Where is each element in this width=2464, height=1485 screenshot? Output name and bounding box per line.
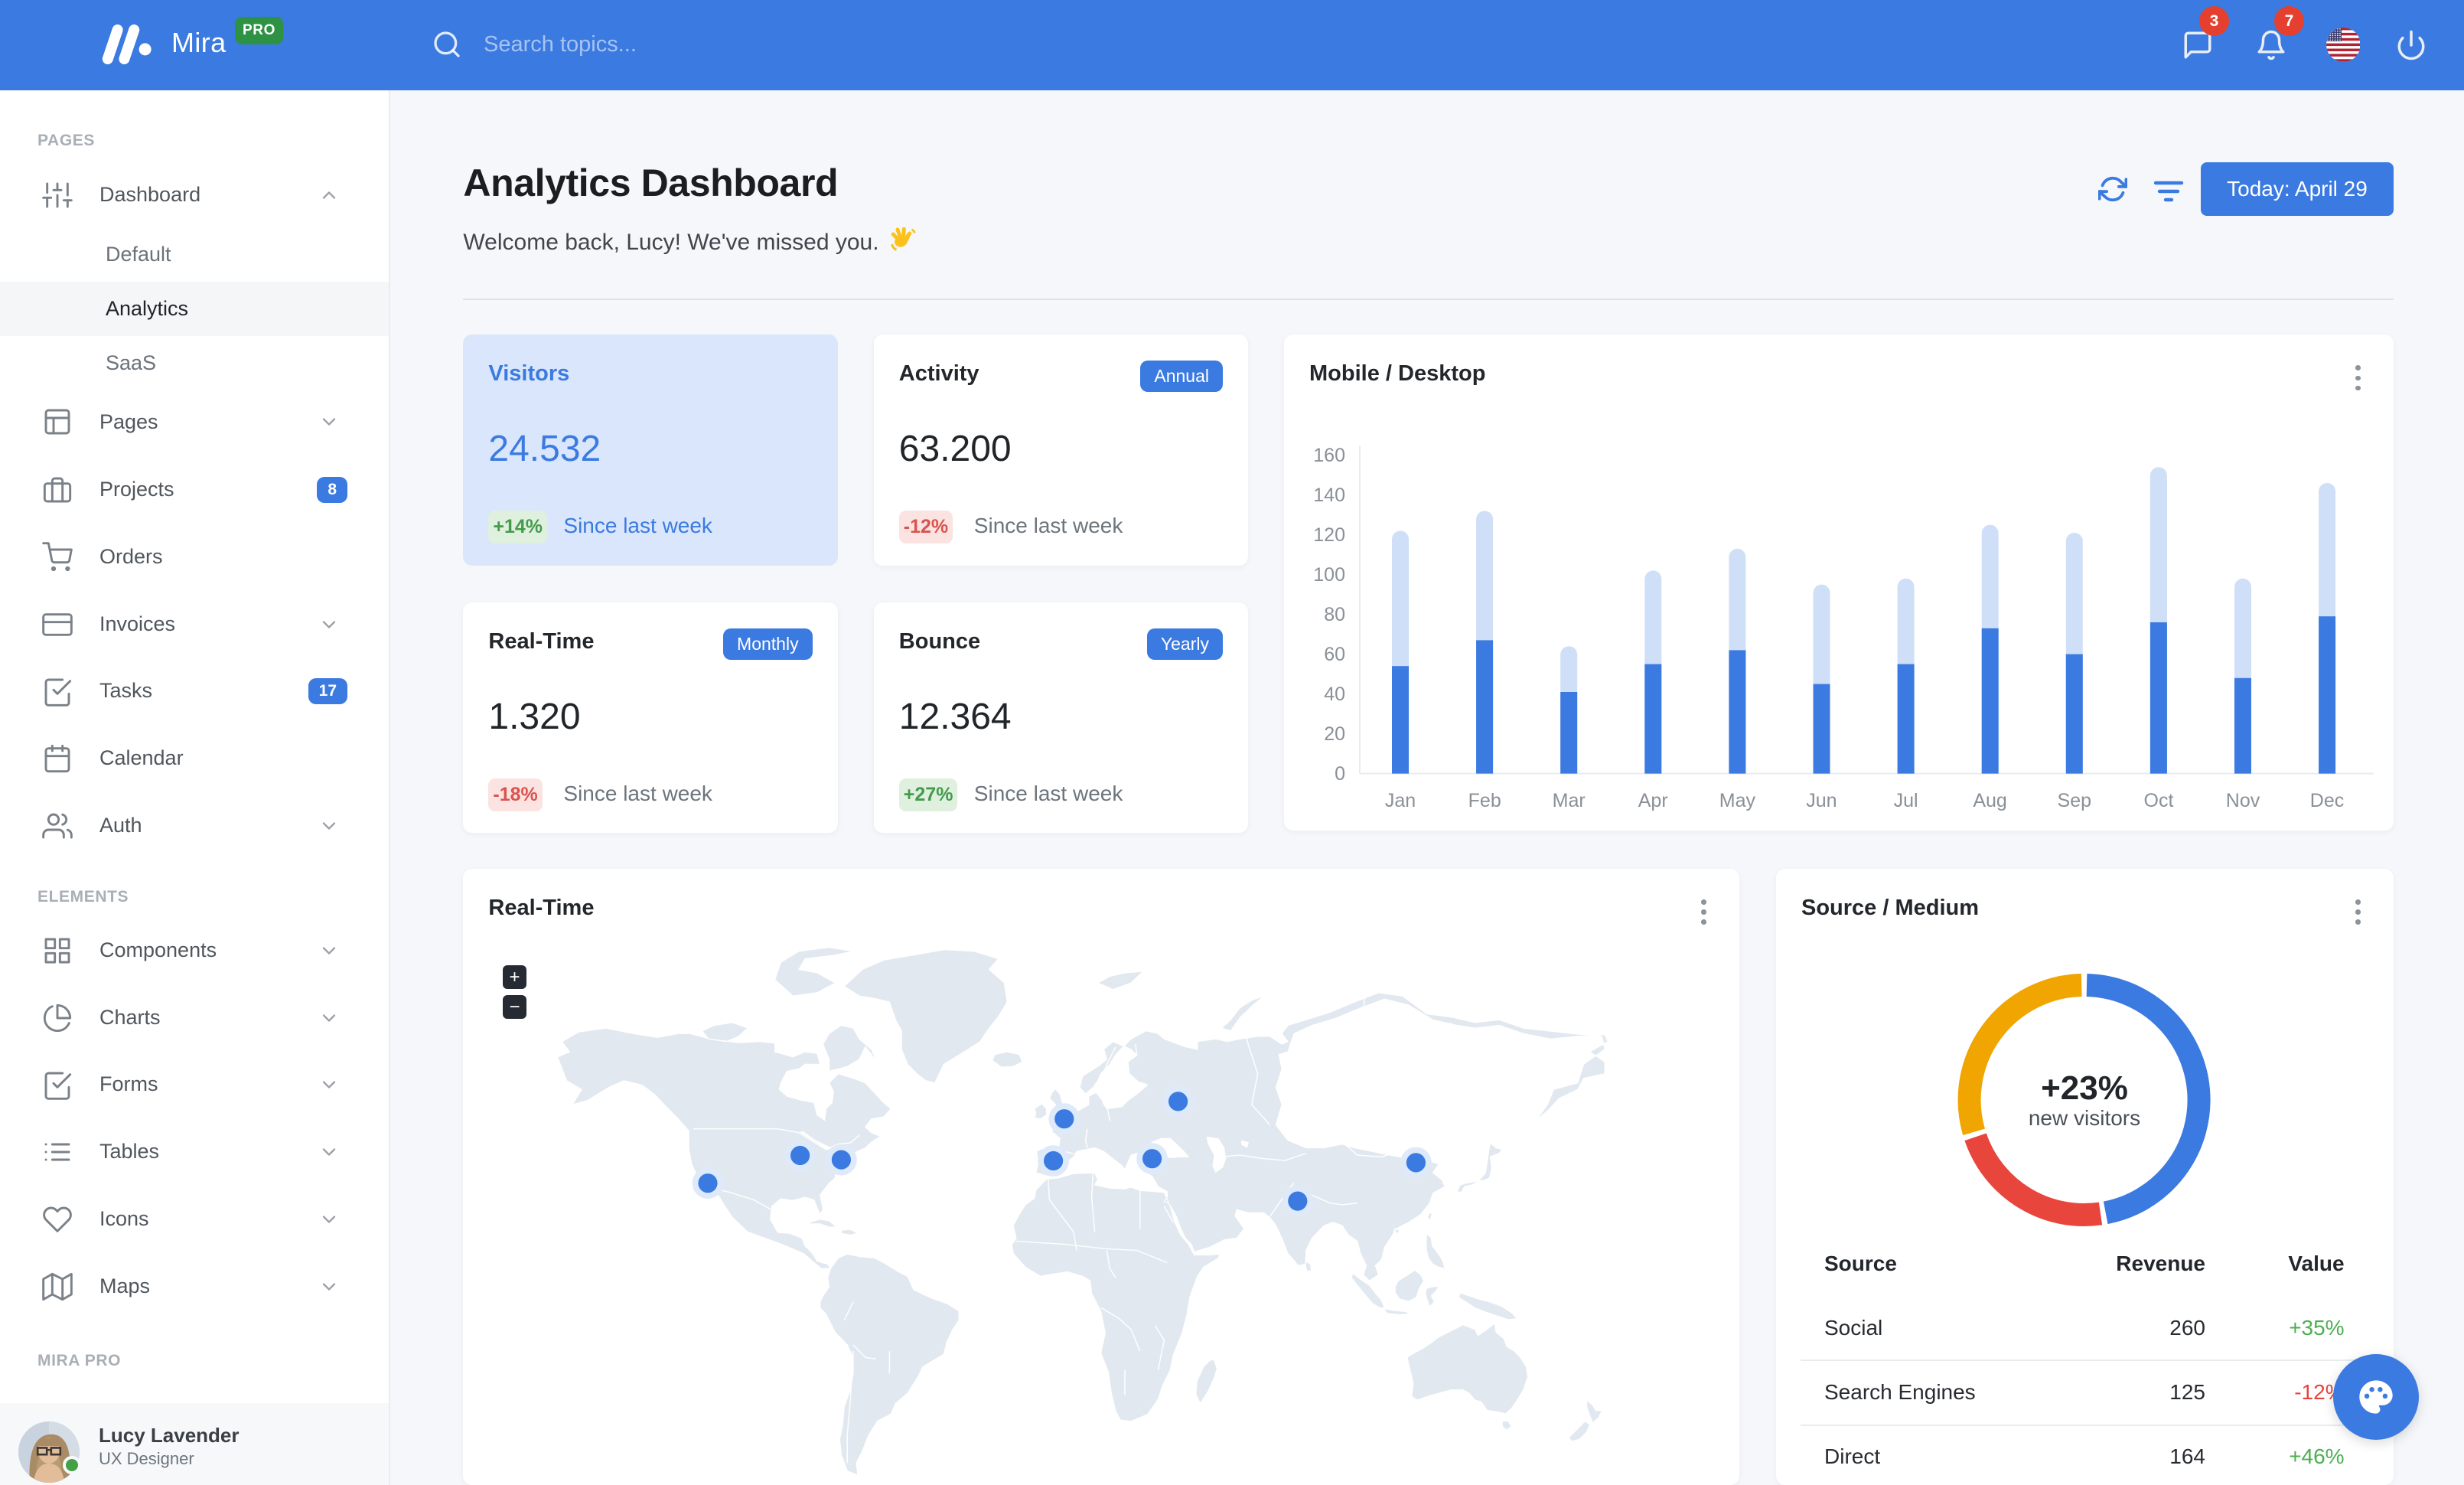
svg-text:100: 100 bbox=[1313, 564, 1345, 586]
svg-text:80: 80 bbox=[1324, 604, 1345, 625]
svg-text:20: 20 bbox=[1324, 723, 1345, 745]
svg-text:140: 140 bbox=[1313, 485, 1345, 506]
svg-text:0: 0 bbox=[1335, 763, 1345, 785]
svg-text:Sep: Sep bbox=[2058, 790, 2091, 811]
svg-text:May: May bbox=[1719, 790, 1756, 811]
svg-text:Jun: Jun bbox=[1806, 790, 1837, 811]
svg-text:Nov: Nov bbox=[2226, 790, 2260, 811]
svg-text:Aug: Aug bbox=[1973, 790, 2006, 811]
svg-text:160: 160 bbox=[1313, 445, 1345, 466]
svg-text:60: 60 bbox=[1324, 644, 1345, 665]
svg-text:Feb: Feb bbox=[1468, 790, 1501, 811]
svg-text:120: 120 bbox=[1313, 524, 1345, 546]
svg-text:Apr: Apr bbox=[1638, 790, 1668, 811]
svg-text:Oct: Oct bbox=[2144, 790, 2174, 811]
svg-text:Jul: Jul bbox=[1894, 790, 1918, 811]
svg-text:Dec: Dec bbox=[2310, 790, 2344, 811]
svg-text:40: 40 bbox=[1324, 684, 1345, 705]
svg-text:Jan: Jan bbox=[1385, 790, 1416, 811]
svg-text:Mar: Mar bbox=[1553, 790, 1586, 811]
